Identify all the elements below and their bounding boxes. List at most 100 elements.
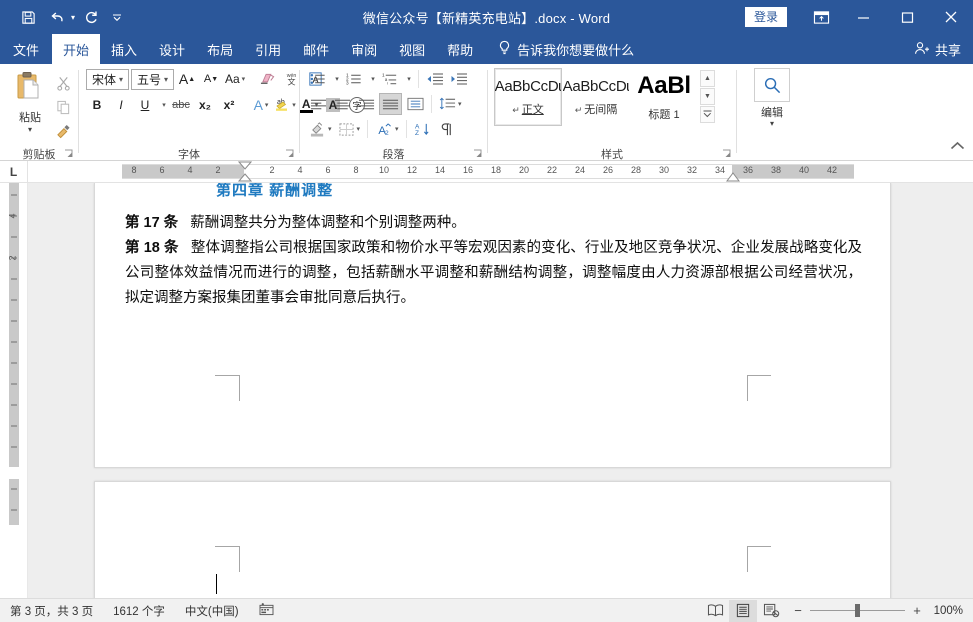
tab-design[interactable]: 设计: [148, 34, 196, 64]
highlight-color-button[interactable]: ab ▾: [274, 94, 296, 116]
tab-home[interactable]: 开始: [52, 34, 100, 64]
document-page-1[interactable]: 第四章 薪酬调整 第 17 条 薪酬调整共分为整体调整和个别调整两种。 第 18…: [94, 183, 891, 468]
page-indicator[interactable]: 第 3 页，共 3 页: [0, 603, 103, 619]
asian-layout-icon[interactable]: A2 ▾: [373, 118, 401, 140]
borders-icon[interactable]: ▾: [336, 118, 363, 140]
font-name-combo[interactable]: 宋体 ▾: [86, 69, 129, 90]
chevron-down-icon[interactable]: ▾: [161, 75, 171, 84]
numbered-list-icon[interactable]: 123: [343, 68, 365, 90]
style-item-heading1[interactable]: AaBl 标题 1: [630, 68, 698, 126]
tab-help[interactable]: 帮助: [436, 34, 484, 64]
subscript-button[interactable]: x₂: [194, 94, 216, 116]
multilevel-list-icon[interactable]: 1ai: [379, 68, 401, 90]
tab-mailings[interactable]: 邮件: [292, 34, 340, 64]
print-layout-icon[interactable]: [729, 600, 757, 622]
chevron-down-icon[interactable]: ▾: [328, 125, 332, 133]
chevron-down-icon[interactable]: ▾: [292, 101, 296, 109]
shading-icon[interactable]: ▾: [307, 118, 334, 140]
superscript-button[interactable]: x²: [218, 94, 240, 116]
distribute-text-icon[interactable]: [404, 93, 426, 115]
clipboard-dialog-launcher[interactable]: [63, 149, 74, 160]
numbered-list-dropdown[interactable]: ▾: [367, 68, 377, 90]
align-left-icon[interactable]: [307, 93, 329, 115]
copy-icon[interactable]: [52, 97, 74, 118]
styles-dialog-launcher[interactable]: [721, 149, 732, 160]
editing-button[interactable]: 编辑 ▾: [746, 68, 798, 128]
change-case-button[interactable]: Aa ▾: [224, 68, 246, 90]
zoom-in-button[interactable]: +: [912, 603, 922, 618]
editing-dropdown-caret[interactable]: ▾: [770, 120, 774, 128]
align-right-icon[interactable]: [355, 93, 377, 115]
tab-stop-selector[interactable]: L: [0, 161, 28, 183]
redo-icon[interactable]: [77, 4, 105, 30]
font-dialog-launcher[interactable]: [284, 149, 295, 160]
chevron-down-icon[interactable]: ▾: [458, 100, 462, 108]
web-layout-icon[interactable]: [757, 600, 785, 622]
zoom-slider-thumb[interactable]: [855, 604, 860, 617]
document-canvas[interactable]: 第四章 薪酬调整 第 17 条 薪酬调整共分为整体调整和个别调整两种。 第 18…: [28, 183, 973, 598]
decrease-indent-icon[interactable]: [424, 68, 446, 90]
align-center-icon[interactable]: [331, 93, 353, 115]
right-indent-marker[interactable]: [726, 172, 740, 182]
strikethrough-button[interactable]: abc: [170, 94, 192, 116]
style-scroll-up-button[interactable]: ▲: [700, 70, 715, 87]
read-mode-icon[interactable]: [701, 600, 729, 622]
bullet-list-icon[interactable]: [307, 68, 329, 90]
cut-icon[interactable]: [52, 73, 74, 94]
grow-font-button[interactable]: A▲: [176, 68, 198, 90]
zoom-slider[interactable]: [810, 610, 905, 611]
line-spacing-icon[interactable]: ▾: [437, 93, 464, 115]
paste-dropdown-caret[interactable]: ▾: [28, 126, 32, 133]
document-page-2[interactable]: [94, 481, 891, 598]
tab-file[interactable]: 文件: [0, 34, 52, 64]
italic-button[interactable]: I: [110, 94, 132, 116]
clear-formatting-icon[interactable]: [256, 68, 278, 90]
tab-review[interactable]: 审阅: [340, 34, 388, 64]
tab-insert[interactable]: 插入: [100, 34, 148, 64]
tell-me-box[interactable]: 告诉我你想要做什么: [498, 34, 634, 64]
ribbon-display-options-icon[interactable]: [801, 0, 841, 34]
style-scroll-down-button[interactable]: ▼: [700, 88, 715, 105]
style-item-normal[interactable]: AaBbCcDɩ ↵正文: [494, 68, 562, 126]
chevron-down-icon[interactable]: ▾: [116, 75, 126, 84]
multilevel-list-dropdown[interactable]: ▾: [403, 68, 413, 90]
tab-layout[interactable]: 布局: [196, 34, 244, 64]
collapse-ribbon-icon[interactable]: [950, 138, 965, 156]
font-size-combo[interactable]: 五号 ▾: [131, 69, 174, 90]
chevron-down-icon[interactable]: ▾: [242, 75, 246, 83]
sign-in-button[interactable]: 登录: [745, 7, 787, 27]
chevron-down-icon[interactable]: ▾: [265, 101, 269, 109]
zoom-out-button[interactable]: −: [793, 603, 803, 618]
zoom-level-label[interactable]: 100%: [929, 605, 963, 617]
save-icon[interactable]: [14, 4, 42, 30]
paste-button[interactable]: 粘贴 ▾: [8, 69, 52, 133]
language-indicator[interactable]: 中文(中国): [175, 603, 249, 619]
underline-button[interactable]: U: [134, 94, 156, 116]
phonetic-guide-icon[interactable]: wén文: [280, 68, 302, 90]
increase-indent-icon[interactable]: [448, 68, 470, 90]
chevron-down-icon[interactable]: ▾: [357, 125, 361, 133]
style-item-no-spacing[interactable]: AaBbCcDɩ ↵无间隔: [562, 68, 630, 126]
first-line-indent-marker[interactable]: [238, 161, 252, 182]
close-icon[interactable]: [929, 0, 973, 34]
share-button[interactable]: 共享: [914, 34, 961, 64]
bullet-list-dropdown[interactable]: ▾: [331, 68, 341, 90]
document-body-text[interactable]: 第 17 条 薪酬调整共分为整体调整和个别调整两种。 第 18 条 整体调整指公…: [125, 211, 862, 311]
minimize-icon[interactable]: [841, 0, 885, 34]
vertical-ruler[interactable]: 4 2: [0, 183, 28, 598]
format-painter-icon[interactable]: [52, 121, 74, 142]
underline-dropdown[interactable]: ▾: [158, 94, 168, 116]
style-more-button[interactable]: [700, 106, 715, 123]
paragraph-dialog-launcher[interactable]: [472, 149, 483, 160]
chevron-down-icon[interactable]: ▾: [395, 125, 399, 133]
text-effects-button[interactable]: A ▾: [250, 94, 272, 116]
maximize-icon[interactable]: [885, 0, 929, 34]
horizontal-ruler[interactable]: 8 6 4 2 2 4 6 8 10 12 14 16 18 20 22 24 …: [90, 164, 971, 179]
shrink-font-button[interactable]: A▼: [200, 68, 222, 90]
tab-references[interactable]: 引用: [244, 34, 292, 64]
word-count[interactable]: 1612 个字: [103, 603, 175, 619]
tab-view[interactable]: 视图: [388, 34, 436, 64]
proofing-icon[interactable]: [249, 603, 284, 619]
undo-icon[interactable]: [44, 4, 72, 30]
sort-icon[interactable]: AZ: [412, 118, 434, 140]
